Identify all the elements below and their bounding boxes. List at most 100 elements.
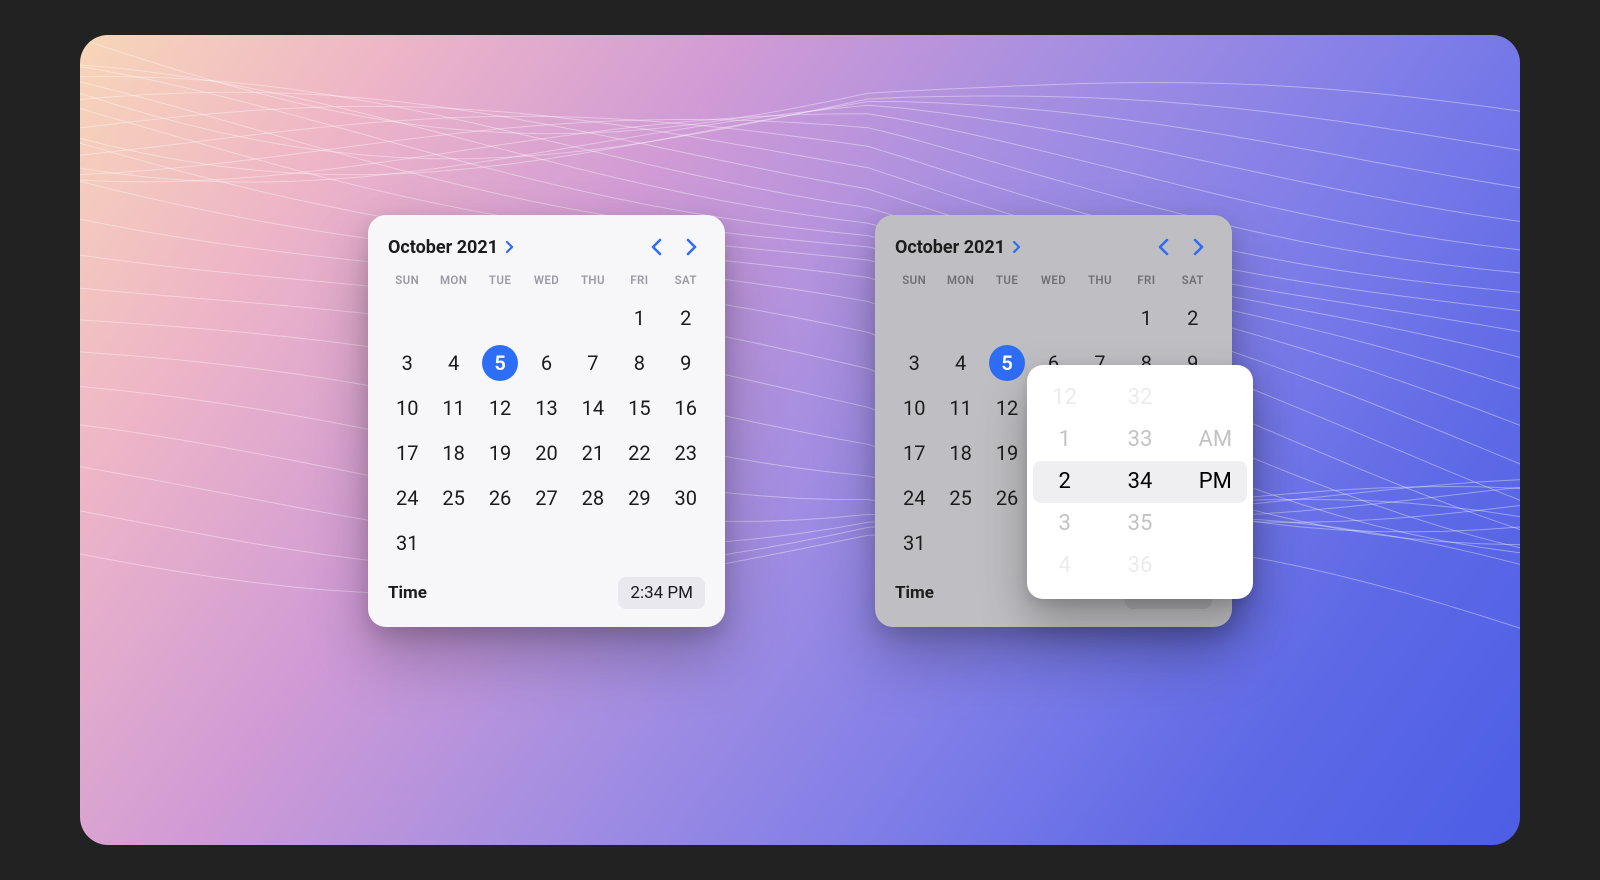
time-label: Time bbox=[895, 583, 934, 603]
calendar-day-empty bbox=[1030, 295, 1076, 340]
period-option[interactable]: AM bbox=[1178, 419, 1253, 461]
calendar-day-empty bbox=[477, 295, 523, 340]
next-month-button[interactable] bbox=[1184, 233, 1212, 261]
hour-option-selected[interactable]: 2 bbox=[1027, 461, 1102, 503]
weekday-label: SUN bbox=[891, 269, 937, 291]
chevron-right-icon bbox=[504, 241, 514, 253]
next-month-button[interactable] bbox=[677, 233, 705, 261]
weekday-label: MON bbox=[937, 269, 983, 291]
hour-option[interactable]: 3 bbox=[1027, 503, 1102, 545]
calendar-day-selected[interactable]: 5 bbox=[989, 345, 1025, 381]
calendar-day[interactable]: 27 bbox=[523, 475, 569, 520]
hour-option[interactable]: 12 bbox=[1027, 377, 1102, 419]
calendar-day[interactable]: 11 bbox=[430, 385, 476, 430]
weekday-label: SAT bbox=[663, 269, 709, 291]
weekday-header-row: SUNMONTUEWEDTHUFRISAT bbox=[384, 269, 709, 291]
weekday-label: TUE bbox=[984, 269, 1030, 291]
weekday-label: THU bbox=[1077, 269, 1123, 291]
minute-option[interactable]: 32 bbox=[1102, 377, 1177, 419]
weekday-header-row: SUNMONTUEWEDTHUFRISAT bbox=[891, 269, 1216, 291]
calendar-day[interactable]: 28 bbox=[570, 475, 616, 520]
hour-wheel[interactable]: 12 1 2 3 4 bbox=[1027, 365, 1102, 599]
calendar-day[interactable]: 30 bbox=[663, 475, 709, 520]
calendar-day[interactable]: 18 bbox=[937, 430, 983, 475]
time-row: Time 2:34 PM bbox=[384, 575, 709, 611]
calendar-day[interactable]: 26 bbox=[984, 475, 1030, 520]
calendar-day[interactable]: 13 bbox=[523, 385, 569, 430]
calendar-day[interactable]: 24 bbox=[384, 475, 430, 520]
calendar-day[interactable]: 21 bbox=[570, 430, 616, 475]
minute-option[interactable]: 35 bbox=[1102, 503, 1177, 545]
minute-option[interactable]: 33 bbox=[1102, 419, 1177, 461]
weekday-label: MON bbox=[430, 269, 476, 291]
calendar-day[interactable]: 20 bbox=[523, 430, 569, 475]
chevron-right-icon bbox=[1011, 241, 1021, 253]
calendar-day[interactable]: 29 bbox=[616, 475, 662, 520]
calendar-day-empty bbox=[1077, 295, 1123, 340]
calendar-day-empty bbox=[984, 295, 1030, 340]
calendar-day[interactable]: 25 bbox=[430, 475, 476, 520]
calendar-day[interactable]: 23 bbox=[663, 430, 709, 475]
calendar-day[interactable]: 2 bbox=[663, 295, 709, 340]
calendar-day[interactable]: 7 bbox=[570, 340, 616, 385]
calendar-day[interactable]: 16 bbox=[663, 385, 709, 430]
calendar-day[interactable]: 31 bbox=[384, 520, 430, 565]
time-picker-popover[interactable]: 12 1 2 3 4 32 33 34 35 36 bbox=[1027, 365, 1253, 599]
period-option-selected[interactable]: PM bbox=[1178, 461, 1253, 503]
calendar-grid: 1234567891011121314151617181920212223242… bbox=[384, 295, 709, 565]
calendar-day-empty bbox=[891, 295, 937, 340]
calendar-day[interactable]: 17 bbox=[384, 430, 430, 475]
calendar-day[interactable]: 3 bbox=[384, 340, 430, 385]
period-option bbox=[1178, 377, 1253, 419]
hour-option[interactable]: 1 bbox=[1027, 419, 1102, 461]
calendar-day[interactable]: 19 bbox=[477, 430, 523, 475]
time-label: Time bbox=[388, 583, 427, 603]
minute-option-selected[interactable]: 34 bbox=[1102, 461, 1177, 503]
calendar-day[interactable]: 9 bbox=[663, 340, 709, 385]
calendar-day[interactable]: 31 bbox=[891, 520, 937, 565]
calendar-day[interactable]: 11 bbox=[937, 385, 983, 430]
calendar-day[interactable]: 1 bbox=[1123, 295, 1169, 340]
minute-option[interactable]: 36 bbox=[1102, 545, 1177, 587]
period-option bbox=[1178, 503, 1253, 545]
datepicker-panel-right: October 2021 SUNMONTUEWEDTHUFRISAT 12345… bbox=[875, 215, 1232, 627]
calendar-day[interactable]: 17 bbox=[891, 430, 937, 475]
calendar-day[interactable]: 8 bbox=[616, 340, 662, 385]
calendar-day[interactable]: 19 bbox=[984, 430, 1030, 475]
calendar-day[interactable]: 2 bbox=[1170, 295, 1216, 340]
calendar-day[interactable]: 24 bbox=[891, 475, 937, 520]
calendar-day[interactable]: 25 bbox=[937, 475, 983, 520]
calendar-day[interactable]: 15 bbox=[616, 385, 662, 430]
datepicker-panel-left: October 2021 SUNMONTUEWEDTHUFRISAT 12345… bbox=[368, 215, 725, 627]
calendar-day[interactable]: 10 bbox=[384, 385, 430, 430]
calendar-day[interactable]: 12 bbox=[984, 385, 1030, 430]
calendar-day-empty bbox=[937, 295, 983, 340]
calendar-title[interactable]: October 2021 bbox=[388, 237, 498, 258]
calendar-day[interactable]: 22 bbox=[616, 430, 662, 475]
calendar-day[interactable]: 4 bbox=[430, 340, 476, 385]
calendar-day-empty bbox=[570, 295, 616, 340]
calendar-day-empty bbox=[430, 295, 476, 340]
minute-wheel[interactable]: 32 33 34 35 36 bbox=[1102, 365, 1177, 599]
calendar-day[interactable]: 26 bbox=[477, 475, 523, 520]
calendar-day-selected[interactable]: 5 bbox=[482, 345, 518, 381]
time-value-chip[interactable]: 2:34 PM bbox=[618, 577, 705, 609]
calendar-day[interactable]: 10 bbox=[891, 385, 937, 430]
calendar-day-empty bbox=[523, 295, 569, 340]
calendar-day[interactable]: 3 bbox=[891, 340, 937, 385]
weekday-label: SAT bbox=[1170, 269, 1216, 291]
prev-month-button[interactable] bbox=[1150, 233, 1178, 261]
prev-month-button[interactable] bbox=[643, 233, 671, 261]
calendar-day[interactable]: 14 bbox=[570, 385, 616, 430]
calendar-title[interactable]: October 2021 bbox=[895, 237, 1005, 258]
period-wheel[interactable]: AM PM bbox=[1178, 365, 1253, 599]
calendar-day-empty bbox=[384, 295, 430, 340]
calendar-day[interactable]: 6 bbox=[523, 340, 569, 385]
calendar-day[interactable]: 4 bbox=[937, 340, 983, 385]
calendar-header: October 2021 bbox=[891, 229, 1216, 267]
calendar-day[interactable]: 12 bbox=[477, 385, 523, 430]
calendar-day[interactable]: 1 bbox=[616, 295, 662, 340]
calendar-day[interactable]: 18 bbox=[430, 430, 476, 475]
weekday-label: FRI bbox=[616, 269, 662, 291]
hour-option[interactable]: 4 bbox=[1027, 545, 1102, 587]
